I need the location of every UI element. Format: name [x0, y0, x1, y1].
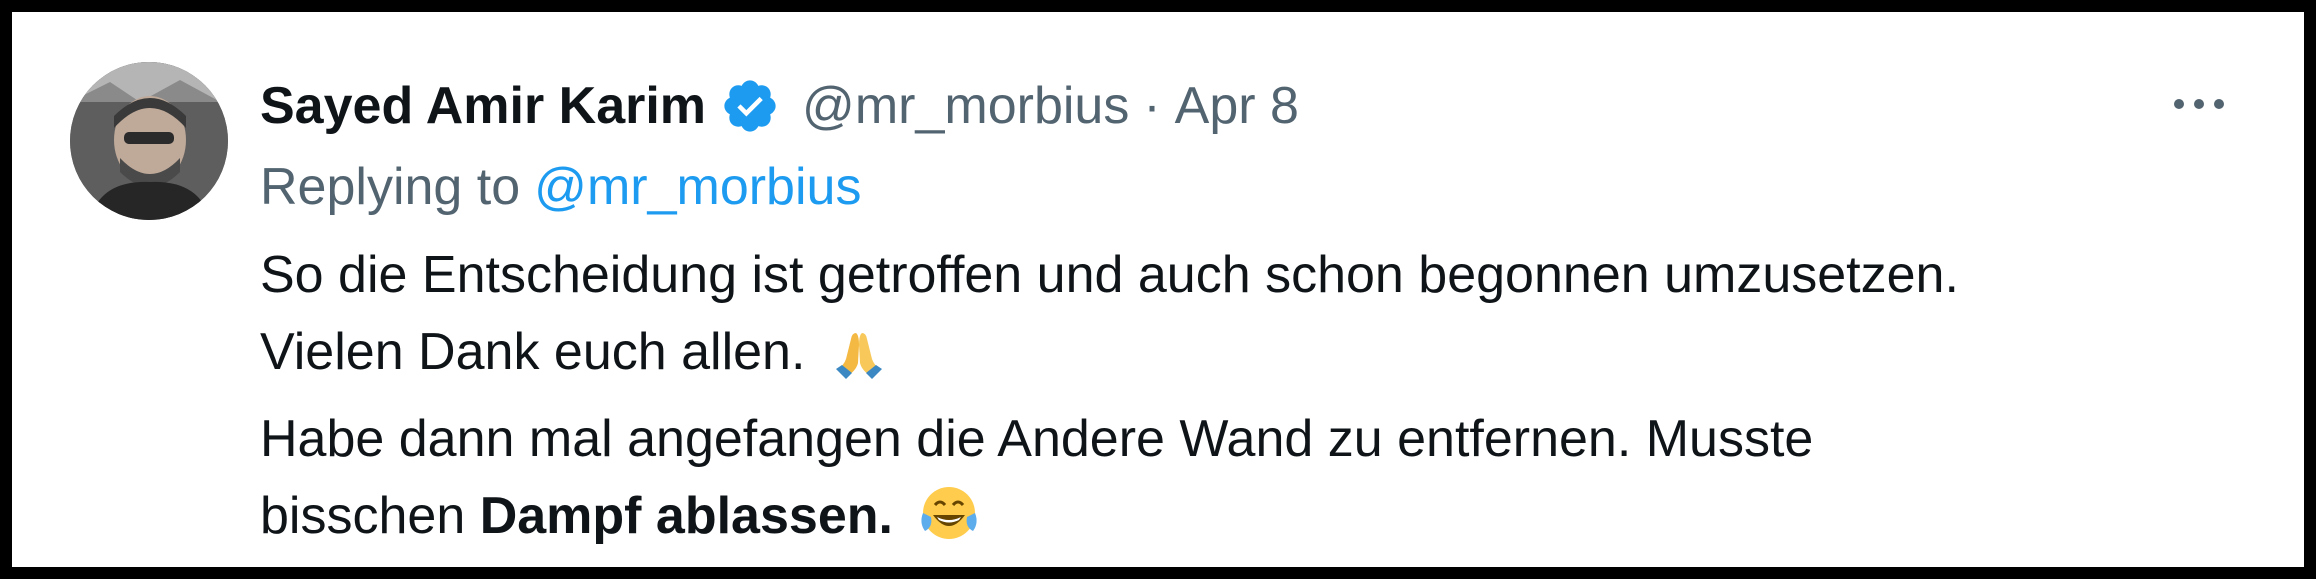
tweet-line-4-bold: Dampf ablassen. [479, 487, 893, 545]
tweet-card: Sayed Amir Karim @mr_morbius · Apr 8 Rep… [0, 0, 2316, 579]
replying-to-label: Replying to [260, 158, 521, 216]
tweet-line-1: So die Entscheidung ist getroffen und au… [260, 246, 1959, 304]
separator-dot: · [1143, 77, 1161, 135]
post-date[interactable]: Apr 8 [1175, 76, 1299, 136]
replying-to-handle-link[interactable]: @mr_morbius [534, 157, 861, 217]
more-options-icon[interactable] [2164, 74, 2234, 134]
tweet-line-4: bisschen Dampf ablassen. [260, 478, 2240, 565]
avatar-image [70, 62, 228, 220]
avatar[interactable] [70, 62, 228, 220]
author-handle[interactable]: @mr_morbius [802, 76, 1129, 136]
author-name[interactable]: Sayed Amir Karim [260, 76, 706, 136]
tweet-text: So die Entscheidung ist getroffen und au… [260, 237, 2240, 565]
replying-to: Replying to @mr_morbius [260, 152, 861, 222]
tweet-line-3: Habe dann mal angefangen die Andere Wand… [260, 410, 1814, 468]
face-with-tears-of-joy-emoji [919, 483, 979, 565]
tweet-line-4-text: bisschen [260, 487, 466, 545]
verified-badge-icon [720, 76, 780, 136]
tweet-line-2-text: Vielen Dank euch allen. [260, 323, 806, 381]
tweet-header: Sayed Amir Karim @mr_morbius · Apr 8 [260, 68, 1299, 144]
tweet-line-2: Vielen Dank euch allen. [260, 314, 2240, 401]
folded-hands-emoji [832, 324, 886, 401]
